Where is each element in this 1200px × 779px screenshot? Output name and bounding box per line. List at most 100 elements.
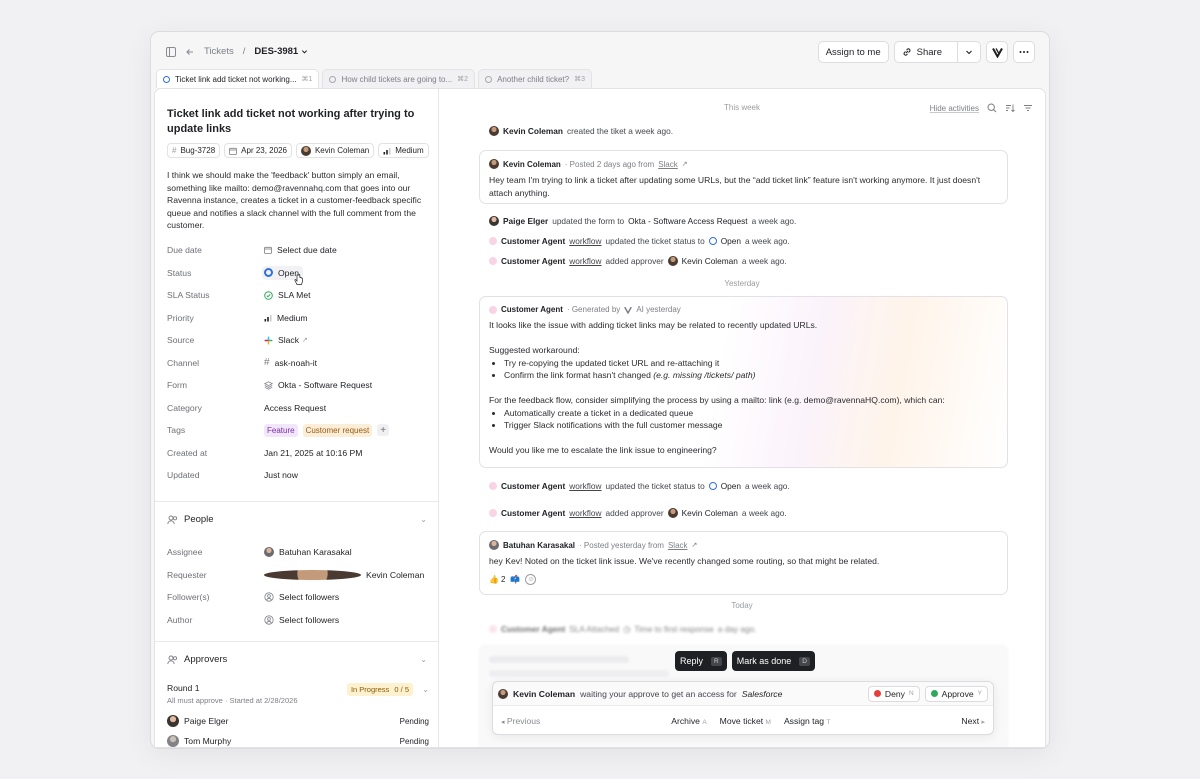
mark-as-done-button[interactable]: Mark as done D (731, 651, 815, 671)
priority-select[interactable]: Medium (264, 313, 308, 323)
tab-child-tickets[interactable]: How child tickets are going to... ⌘2 (322, 69, 476, 88)
share-button[interactable]: Share (893, 41, 981, 63)
event-via[interactable]: workflow (569, 481, 601, 491)
source-link[interactable]: Slack ↗ (264, 335, 308, 345)
tab-another-child[interactable]: Another child ticket? ⌘3 (478, 69, 593, 88)
slack-message-card[interactable]: Batuhan Karasakal · Posted yesterday fro… (479, 531, 1008, 595)
avatar (667, 508, 678, 518)
people-section-header[interactable]: People ⌄ (155, 501, 439, 537)
agent-avatar (489, 625, 497, 633)
move-ticket-shortcut: M (765, 718, 771, 726)
filter-icon[interactable] (1023, 103, 1033, 113)
move-ticket-button[interactable]: Move ticket M (720, 716, 771, 726)
sort-icon[interactable] (1005, 103, 1015, 113)
ticket-description[interactable]: I think we should make the 'feedback' bu… (167, 169, 429, 232)
prop-label: Tags (167, 425, 186, 436)
message-source-link[interactable]: Slack (658, 160, 678, 169)
prop-form: Form Okta - Software Request (167, 374, 433, 397)
approval-nav-row: ◂ Previous Archive A Move ticket M Assig… (493, 706, 993, 735)
event-actor[interactable]: Customer Agent (501, 236, 565, 246)
approval-actor[interactable]: Kevin Coleman (513, 689, 575, 699)
more-options-button[interactable] (1013, 41, 1035, 63)
reaction-mailbox[interactable]: 📫 (510, 575, 520, 584)
breadcrumb-ticket-id[interactable]: DES-3981 (254, 46, 308, 57)
event-via[interactable]: workflow (569, 508, 601, 518)
message-author[interactable]: Customer Agent (501, 305, 563, 314)
deny-label: Deny (884, 688, 905, 699)
requester-select[interactable]: Kevin Coleman (264, 569, 424, 580)
sidebar-toggle-icon[interactable] (166, 46, 176, 57)
event-text: updated the form to (552, 216, 625, 226)
category-value[interactable]: Access Request (264, 403, 326, 413)
assign-tag-button[interactable]: Assign tag T (784, 716, 831, 726)
event-actor[interactable]: Customer Agent (501, 481, 565, 491)
event-text: added approver (605, 256, 664, 266)
approve-button[interactable]: Approve Y (924, 685, 988, 702)
tab-ticket-link[interactable]: Ticket link add ticket not working... ⌘1 (156, 69, 320, 88)
approvers-section-header[interactable]: Approvers ⌄ (155, 641, 439, 677)
brand-logo-button[interactable] (986, 41, 1008, 63)
priority-chip[interactable]: Medium (378, 143, 429, 158)
date-chip[interactable]: Apr 23, 2026 (224, 143, 292, 158)
tag-customer-request[interactable]: Customer request (302, 423, 373, 437)
search-icon[interactable] (987, 103, 997, 113)
event-object: Kevin Coleman (681, 508, 738, 518)
calendar-icon (264, 247, 272, 255)
slack-message-card[interactable]: Kevin Coleman · Posted 2 days ago from S… (479, 150, 1008, 204)
event-via[interactable]: workflow (569, 236, 601, 246)
next-button[interactable]: Next ▸ (961, 716, 985, 726)
breadcrumb-tickets[interactable]: Tickets (204, 46, 234, 57)
deny-button[interactable]: Deny N (867, 685, 920, 702)
approver-list: Paige Elger Pending Tom Murphy Pending (167, 711, 429, 747)
ai-paragraph: Suggested workaround: (489, 345, 580, 355)
event-time: a week ago. (741, 256, 787, 266)
hide-activities-link[interactable]: Hide activities (930, 104, 979, 113)
assignee-select[interactable]: Batuhan Karasakal (264, 547, 352, 558)
ticket-chips: # Bug-3728 Apr 23, 2026 Kevin Coleman Me… (167, 143, 429, 158)
previous-button[interactable]: ◂ Previous (501, 716, 540, 726)
message-author[interactable]: Kevin Coleman (503, 160, 561, 169)
reply-button[interactable]: Reply R (675, 651, 727, 671)
archive-button[interactable]: Archive A (671, 716, 706, 726)
ai-message-card[interactable]: Customer Agent · Generated by AI yesterd… (479, 296, 1008, 468)
round-status-badge: In Progress 0 / 5 (346, 683, 413, 696)
owner-chip[interactable]: Kevin Coleman (295, 143, 375, 158)
event-time: a week ago. (751, 216, 797, 226)
approver-row[interactable]: Tom Murphy Pending (167, 731, 429, 747)
deny-shortcut: N (908, 690, 914, 697)
ticket-title[interactable]: Ticket link add ticket not working after… (167, 107, 417, 137)
assign-to-me-button[interactable]: Assign to me (817, 41, 889, 63)
event-actor[interactable]: Kevin Coleman (503, 126, 563, 136)
approval-round[interactable]: Round 1 All must approve · Started at 2/… (167, 683, 429, 747)
prop-followers: Follower(s) Select followers (167, 586, 433, 609)
form-select[interactable]: Okta - Software Request (264, 380, 372, 390)
ticket-tabs: Ticket link add ticket not working... ⌘1… (156, 69, 593, 88)
channel-value-wrap[interactable]: # ask-noah-it (264, 357, 317, 368)
add-tag-button[interactable]: + (377, 424, 390, 437)
approver-row[interactable]: Paige Elger Pending (167, 711, 429, 731)
event-actor[interactable]: Paige Elger (503, 216, 548, 226)
tag-feature[interactable]: Feature (264, 423, 298, 437)
message-author[interactable]: Batuhan Karasakal (503, 541, 575, 550)
message-source-link[interactable]: Slack (668, 541, 688, 550)
reaction-thumbs-up[interactable]: 👍 2 (489, 575, 505, 584)
event-actor[interactable]: Customer Agent (501, 256, 565, 266)
event-via[interactable]: workflow (569, 256, 601, 266)
archive-shortcut: A (702, 718, 707, 726)
event-object[interactable]: Okta - Software Access Request (628, 216, 747, 226)
author-value: Select followers (279, 614, 340, 625)
sla-status-value-wrap[interactable]: SLA Met (264, 290, 310, 300)
add-reaction-icon[interactable]: ☺ (525, 573, 537, 585)
chevron-down-icon[interactable] (965, 48, 973, 56)
followers-select[interactable]: Select followers (264, 592, 339, 602)
due-date-picker[interactable]: Select due date (264, 245, 337, 255)
event-actor[interactable]: Customer Agent (501, 508, 565, 518)
prop-sla-status: SLA Status SLA Met (167, 284, 433, 307)
round-count: 0 / 5 (394, 685, 409, 694)
activity-event: Customer Agent workflow added approver K… (489, 508, 787, 518)
chevron-down-icon[interactable]: ⌄ (422, 685, 429, 694)
author-select[interactable]: Select followers (264, 615, 339, 625)
bug-chip[interactable]: # Bug-3728 (167, 143, 221, 158)
back-arrow-icon[interactable] (185, 47, 195, 57)
